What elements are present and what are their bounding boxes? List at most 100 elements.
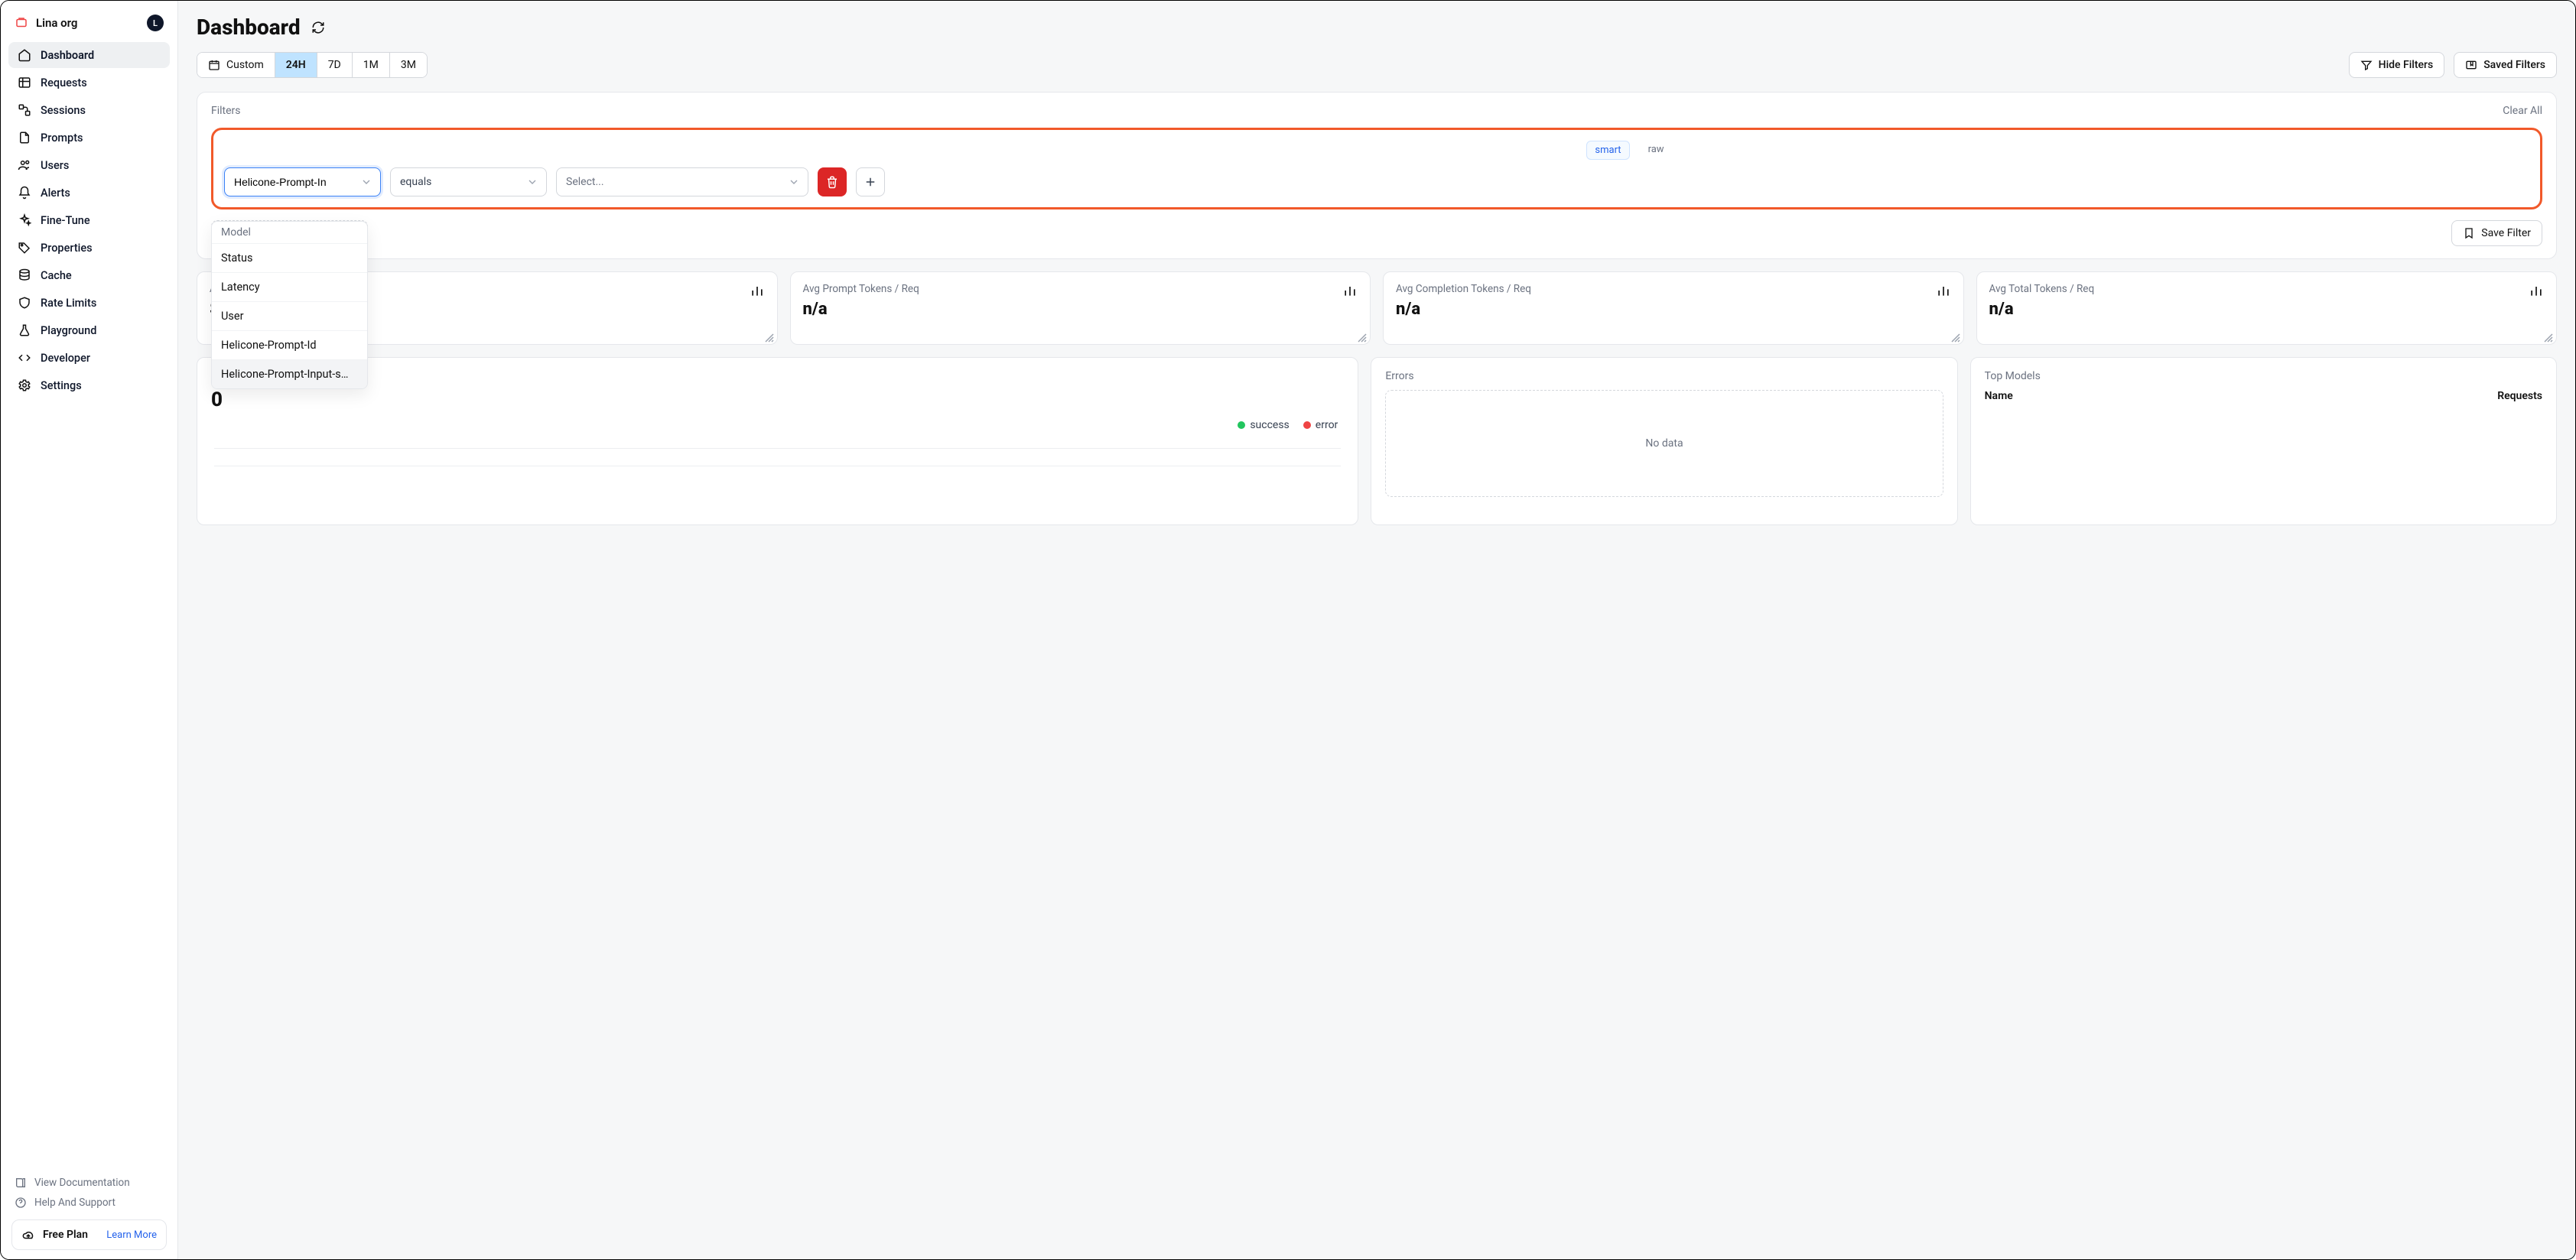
- delete-filter-button[interactable]: [818, 167, 847, 196]
- bell-icon: [18, 186, 31, 200]
- time-range-1m[interactable]: 1M: [353, 53, 390, 77]
- sidebar-item-playground[interactable]: Playground: [8, 317, 170, 343]
- dropdown-option-status[interactable]: Status: [212, 244, 367, 272]
- stat-label: Avg Completion Tokens / Req: [1396, 283, 1951, 295]
- tag-icon: [18, 241, 31, 255]
- sidebar-item-dashboard[interactable]: Dashboard: [8, 42, 170, 68]
- gear-icon: [18, 378, 31, 392]
- filter-value-select[interactable]: Select...: [556, 167, 808, 196]
- stats-row: A $ Avg Prompt Tokens / Req n/a Avg Comp…: [197, 271, 2557, 345]
- sidebar-item-developer[interactable]: Developer: [8, 345, 170, 371]
- saved-filters-button[interactable]: Saved Filters: [2454, 52, 2557, 78]
- learn-more-link[interactable]: Learn More: [106, 1229, 157, 1241]
- users-icon: [18, 158, 31, 172]
- dropdown-option-user[interactable]: User: [212, 301, 367, 330]
- stat-label: Avg Total Tokens / Req: [1989, 283, 2545, 295]
- sidebar-item-cache[interactable]: Cache: [8, 262, 170, 288]
- mode-tab-raw[interactable]: raw: [1641, 141, 1672, 160]
- avatar[interactable]: L: [147, 15, 164, 31]
- sidebar-item-label: Developer: [41, 352, 90, 365]
- sidebar-item-label: Playground: [41, 324, 96, 337]
- plan-box: Free Plan Learn More: [11, 1219, 167, 1250]
- document-icon: [18, 131, 31, 145]
- dropdown-option-helicone-prompt-id[interactable]: Helicone-Prompt-Id: [212, 330, 367, 359]
- sidebar-item-label: Users: [41, 159, 69, 172]
- filter-field-input[interactable]: [234, 176, 354, 188]
- sidebar-item-label: Cache: [41, 269, 72, 282]
- time-range-3m[interactable]: 3M: [390, 53, 427, 77]
- sidebar-item-label: Dashboard: [41, 49, 94, 62]
- mode-tab-smart[interactable]: smart: [1586, 141, 1629, 160]
- org-switcher[interactable]: Lina org L: [8, 10, 170, 42]
- requests-count: 0: [211, 388, 1344, 411]
- col-requests: Requests: [2497, 390, 2542, 402]
- resize-handle-icon[interactable]: [1951, 333, 1960, 343]
- sidebar-item-sessions[interactable]: Sessions: [8, 97, 170, 123]
- sidebar-item-alerts[interactable]: Alerts: [8, 180, 170, 206]
- time-range-24h[interactable]: 24H: [275, 53, 317, 77]
- col-name: Name: [1985, 390, 2013, 402]
- chevron-down-icon: [360, 176, 372, 188]
- sidebar-item-label: Fine-Tune: [41, 214, 90, 227]
- hide-filters-button[interactable]: Hide Filters: [2349, 52, 2445, 78]
- add-filter-icon-button[interactable]: [856, 167, 885, 196]
- panel-title: Top Models: [1985, 370, 2542, 382]
- dropdown-option-latency[interactable]: Latency: [212, 272, 367, 301]
- link-label: Help And Support: [34, 1197, 115, 1209]
- filters-card: Filters Clear All smart raw equals: [197, 92, 2557, 259]
- empty-text: No data: [1645, 437, 1683, 450]
- link-label: View Documentation: [34, 1177, 130, 1189]
- chevron-down-icon: [526, 176, 538, 188]
- help-support-link[interactable]: Help And Support: [15, 1197, 164, 1209]
- filter-field-select[interactable]: [224, 167, 381, 196]
- sparkle-icon: [18, 213, 31, 227]
- database-icon: [18, 268, 31, 282]
- help-icon: [15, 1197, 27, 1209]
- chart-legend: success error: [217, 419, 1338, 431]
- sidebar-item-properties[interactable]: Properties: [8, 235, 170, 261]
- sidebar-item-prompts[interactable]: Prompts: [8, 125, 170, 151]
- table-icon: [18, 76, 31, 89]
- time-range-7d[interactable]: 7D: [317, 53, 353, 77]
- stat-card-total-tokens: Avg Total Tokens / Req n/a: [1976, 271, 2558, 345]
- resize-handle-icon[interactable]: [765, 333, 774, 343]
- refresh-button[interactable]: [310, 19, 327, 36]
- plus-icon: [864, 175, 877, 189]
- view-documentation-link[interactable]: View Documentation: [15, 1177, 164, 1189]
- save-filter-button[interactable]: Save Filter: [2451, 220, 2542, 246]
- funnel-icon: [2360, 59, 2373, 71]
- resize-handle-icon[interactable]: [1358, 333, 1367, 343]
- stat-value: n/a: [803, 300, 1358, 319]
- resize-handle-icon[interactable]: [2544, 333, 2553, 343]
- clear-all-button[interactable]: Clear All: [2503, 105, 2542, 117]
- dot-green-icon: [1238, 421, 1245, 429]
- sidebar-item-rate-limits[interactable]: Rate Limits: [8, 290, 170, 316]
- filters-title: Filters: [211, 105, 241, 117]
- seg-label: Custom: [226, 59, 264, 71]
- panel-title: Errors: [1385, 370, 1943, 382]
- seg-label: 7D: [328, 59, 341, 71]
- sidebar-item-label: Rate Limits: [41, 297, 96, 310]
- code-icon: [18, 351, 31, 365]
- filter-operator-select[interactable]: equals: [390, 167, 547, 196]
- plan-label: Free Plan: [43, 1229, 88, 1241]
- sidebar-item-settings[interactable]: Settings: [8, 372, 170, 398]
- sidebar-item-label: Requests: [41, 76, 87, 89]
- time-range-custom[interactable]: Custom: [197, 53, 275, 77]
- trash-icon: [825, 175, 839, 189]
- seg-label: 3M: [401, 59, 416, 71]
- sidebar-item-requests[interactable]: Requests: [8, 70, 170, 96]
- bar-chart-icon: [750, 283, 765, 298]
- flask-icon: [18, 323, 31, 337]
- seg-label: 1M: [363, 59, 379, 71]
- sidebar-item-label: Alerts: [41, 187, 70, 200]
- panel-title: Requests: [211, 370, 1344, 382]
- panels-row: Requests 0 success error Errors No data …: [197, 357, 2557, 525]
- workflow-icon: [18, 103, 31, 117]
- sidebar-item-users[interactable]: Users: [8, 152, 170, 178]
- bar-chart-icon: [1342, 283, 1358, 298]
- sidebar-item-fine-tune[interactable]: Fine-Tune: [8, 207, 170, 233]
- dropdown-option-helicone-prompt-input[interactable]: Helicone-Prompt-Input-s…: [212, 359, 367, 388]
- bookmark-icon: [2463, 227, 2475, 239]
- legend-error: error: [1303, 419, 1338, 431]
